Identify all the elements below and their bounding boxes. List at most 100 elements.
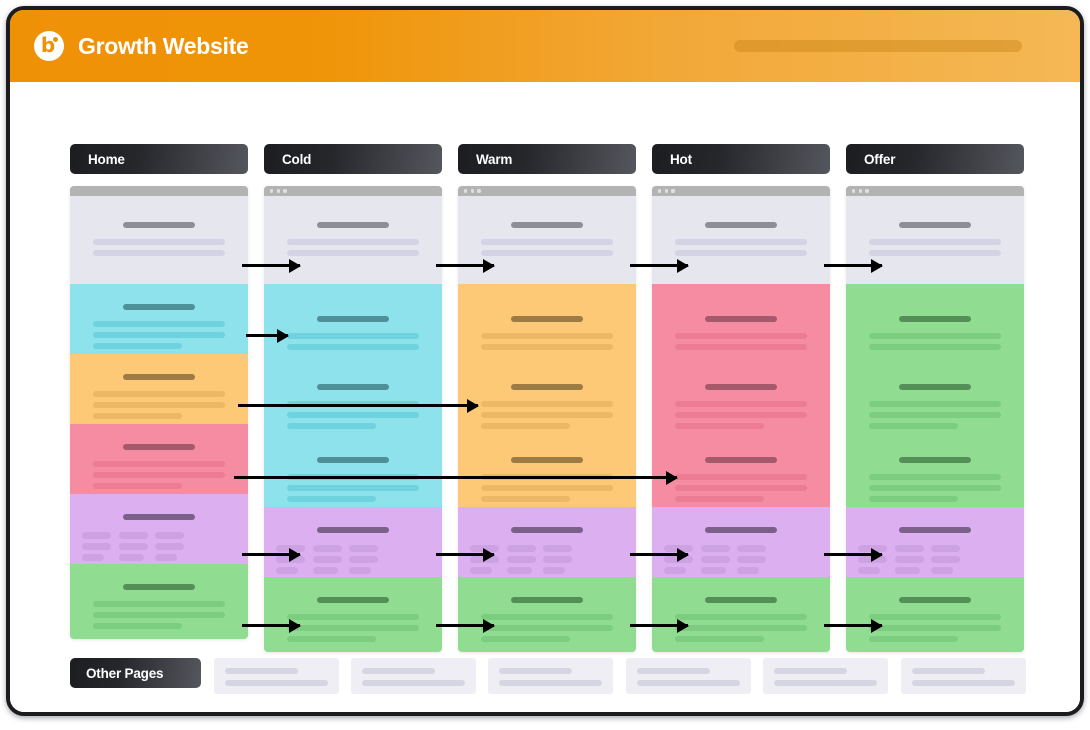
section-text-line <box>481 412 613 418</box>
section-heading-bar <box>705 597 777 603</box>
other-page-card-2[interactable] <box>351 658 476 694</box>
section-text-line <box>93 601 225 607</box>
section-text-line <box>93 623 183 629</box>
other-page-text-line <box>637 668 710 674</box>
section-grid-cell <box>312 545 342 552</box>
section-text-line <box>287 250 419 256</box>
other-page-text-line <box>637 680 740 686</box>
flow-arrow-home-hot-to-hot-col <box>234 476 677 479</box>
other-page-card-3[interactable] <box>488 658 613 694</box>
app-header: b Growth Website <box>10 10 1080 82</box>
section-grid-cell <box>155 532 184 539</box>
column-header-cold[interactable]: Cold <box>264 144 442 174</box>
section-text-line <box>93 239 225 245</box>
column-header-warm[interactable]: Warm <box>458 144 636 174</box>
section-grid-cell <box>858 567 880 574</box>
section-heading-bar <box>317 527 389 533</box>
other-page-text-line <box>912 680 1015 686</box>
other-page-text-line <box>362 668 435 674</box>
section-offer <box>70 494 248 564</box>
other-pages-label[interactable]: Other Pages <box>70 658 201 688</box>
column-header-offer[interactable]: Offer <box>846 144 1024 174</box>
section-text-line <box>93 612 225 618</box>
section-text-line <box>481 485 613 491</box>
flow-arrow-home-cold-to-cold-col <box>246 334 288 337</box>
section-text-line <box>869 496 959 502</box>
section-heading-bar <box>511 222 583 228</box>
page-mockup-cold[interactable] <box>264 186 442 652</box>
section-grid-cell <box>82 554 104 561</box>
section-grid-cell <box>349 567 371 574</box>
section-grid-cell <box>312 556 342 563</box>
section-heading-bar <box>511 384 583 390</box>
window-dot-icon <box>270 189 274 193</box>
section-heading-bar <box>899 316 971 322</box>
other-page-card-5[interactable] <box>763 658 888 694</box>
page-mockup-hot[interactable] <box>652 186 830 652</box>
window-dot-icon <box>664 189 668 193</box>
section-text-line <box>93 472 225 478</box>
section-text-line <box>675 614 807 620</box>
section-heading-bar <box>123 514 195 520</box>
section-heading-bar <box>899 527 971 533</box>
section-heading-bar <box>317 316 389 322</box>
other-page-text-line <box>912 668 985 674</box>
section-text-line <box>481 239 613 245</box>
section-grid-cell <box>506 545 536 552</box>
window-dot-icon <box>464 189 468 193</box>
section-text-line <box>93 250 225 256</box>
section-grid-cell <box>894 556 924 563</box>
section-text-line <box>675 333 807 339</box>
section-grid-cell <box>700 545 730 552</box>
section-offer1 <box>846 284 1024 364</box>
section-grid-cell <box>312 567 338 574</box>
section-heading-bar <box>123 444 195 450</box>
section-text-line <box>675 239 807 245</box>
page-mockup-warm[interactable] <box>458 186 636 652</box>
section-text-line <box>869 636 959 642</box>
section-grid-cell <box>931 556 960 563</box>
section-heading-bar <box>899 597 971 603</box>
section-grid-cell <box>543 545 572 552</box>
flow-arrow-hot-footer-to-offer <box>824 624 882 627</box>
section-heading-bar <box>317 222 389 228</box>
window-dot-icon <box>858 189 862 193</box>
section-offer <box>264 507 442 577</box>
page-mockup-home[interactable] <box>70 186 248 639</box>
section-hot3 <box>652 437 830 507</box>
other-page-text-line <box>774 668 847 674</box>
column-header-home[interactable]: Home <box>70 144 248 174</box>
window-dot-icon <box>283 189 287 193</box>
section-text-line <box>675 401 807 407</box>
section-grid-cell <box>82 532 111 539</box>
window-dot-icon <box>470 189 474 193</box>
other-page-card-4[interactable] <box>626 658 751 694</box>
section-grid-cell <box>664 567 686 574</box>
section-text-line <box>93 413 183 419</box>
other-page-card-1[interactable] <box>214 658 339 694</box>
section-text-line <box>93 332 225 338</box>
page-mockup-offer[interactable] <box>846 186 1024 652</box>
browser-titlebar <box>70 186 248 196</box>
section-grid-cell <box>349 556 378 563</box>
section-grid-cell <box>700 567 726 574</box>
window-dot-icon <box>852 189 856 193</box>
section-text-line <box>869 344 1001 350</box>
page-title: Growth Website <box>78 32 249 59</box>
browser-titlebar <box>458 186 636 196</box>
other-page-text-line <box>362 680 465 686</box>
other-page-text-line <box>499 668 572 674</box>
other-page-card-6[interactable] <box>901 658 1026 694</box>
section-text-line <box>869 625 1001 631</box>
sitemap-board: Home Cold Warm Hot Offer Other Pages <box>10 82 1080 712</box>
section-grid-cell <box>931 545 960 552</box>
b-circle-logo-icon: b <box>34 31 64 61</box>
section-grid-cell <box>155 554 177 561</box>
section-grid-cell <box>349 545 378 552</box>
section-text-line <box>869 239 1001 245</box>
column-header-hot[interactable]: Hot <box>652 144 830 174</box>
flow-arrow-hot-hero-to-offer-hero <box>824 264 882 267</box>
section-footer <box>264 577 442 652</box>
section-text-line <box>93 461 225 467</box>
section-text-line <box>675 474 807 480</box>
